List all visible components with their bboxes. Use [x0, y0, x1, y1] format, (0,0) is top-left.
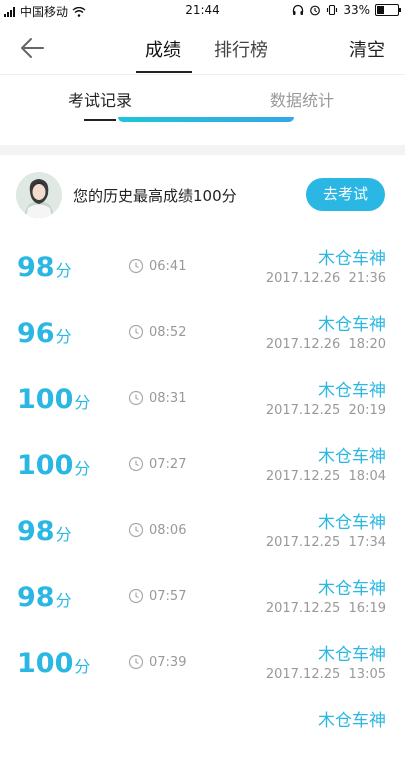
record-score: 100分 — [17, 649, 90, 682]
record-datetime: 2017.12.25 20:19 — [265, 403, 386, 418]
clock-icon — [128, 258, 144, 274]
record-name: 木仓车神 — [318, 249, 386, 269]
record-score-unit: 分 — [74, 393, 91, 412]
clear-button[interactable]: 清空 — [349, 36, 385, 62]
best-score-text: 您的历史最高成绩100分 — [73, 187, 237, 205]
record-score-value: 98 — [17, 582, 55, 613]
subtab-data-statistics[interactable]: 数据统计 — [270, 87, 334, 111]
clock-icon — [128, 390, 144, 406]
record-score: 96分 — [17, 319, 72, 352]
record-row[interactable]: 100分 07:39 木仓车神 2017.12.25 13:05 — [0, 631, 405, 697]
back-arrow-icon[interactable] — [18, 34, 48, 62]
subtab-bar: 考试记录 数据统计 — [0, 75, 405, 121]
record-datetime: 2017.12.25 18:04 — [265, 469, 386, 484]
record-row-partial[interactable]: 木仓车神 — [0, 697, 405, 763]
record-row[interactable]: 98分 07:57 木仓车神 2017.12.25 16:19 — [0, 565, 405, 631]
record-row[interactable]: 100分 07:27 木仓车神 2017.12.25 18:04 — [0, 433, 405, 499]
record-duration: 07:57 — [149, 589, 187, 604]
record-datetime: 2017.12.25 16:19 — [265, 601, 386, 616]
record-score-value: 100 — [17, 648, 74, 679]
headphones-icon — [293, 4, 304, 15]
record-score-unit: 分 — [55, 261, 72, 280]
record-name: 木仓车神 — [318, 447, 386, 467]
record-datetime: 2017.12.25 17:34 — [265, 535, 386, 550]
battery-level — [377, 6, 384, 14]
go-exam-button[interactable]: 去考试 — [306, 178, 385, 211]
record-score-unit: 分 — [74, 657, 91, 676]
record-score: 98分 — [17, 253, 72, 286]
record-score: 98分 — [17, 517, 72, 550]
battery-icon — [375, 4, 401, 16]
battery-percent: 33% — [343, 3, 370, 17]
nav-bar: 成绩 排行榜 清空 — [0, 22, 405, 75]
record-duration: 06:41 — [149, 259, 187, 274]
accent-strip — [118, 117, 294, 122]
record-score-unit: 分 — [55, 327, 72, 346]
record-duration: 08:52 — [149, 325, 187, 340]
record-duration: 08:31 — [149, 391, 187, 406]
tab-ranking[interactable]: 排行榜 — [214, 36, 268, 62]
clock-icon — [128, 654, 144, 670]
record-score-value: 98 — [17, 252, 55, 283]
record-score-value: 100 — [17, 384, 74, 415]
record-score-value: 100 — [17, 450, 74, 481]
record-row[interactable]: 98分 06:41 木仓车神 2017.12.26 21:36 — [0, 235, 405, 301]
record-name: 木仓车神 — [318, 381, 386, 401]
alarm-icon — [310, 5, 321, 16]
section-divider — [0, 145, 405, 155]
clock-icon — [128, 324, 144, 340]
record-score-value: 96 — [17, 318, 55, 349]
record-row[interactable]: 96分 08:52 木仓车神 2017.12.26 18:20 — [0, 301, 405, 367]
record-score-unit: 分 — [55, 525, 72, 544]
record-datetime: 2017.12.26 21:36 — [265, 271, 386, 286]
status-bar: 中国移动 21:44 33% — [0, 0, 405, 22]
record-datetime: 2017.12.25 13:05 — [265, 667, 386, 682]
avatar — [16, 172, 62, 218]
tab-scores[interactable]: 成绩 — [145, 36, 181, 62]
record-duration: 07:39 — [149, 655, 187, 670]
record-row[interactable]: 100分 08:31 木仓车神 2017.12.25 20:19 — [0, 367, 405, 433]
clock-icon — [128, 456, 144, 472]
record-name: 木仓车神 — [318, 711, 386, 731]
record-name: 木仓车神 — [318, 579, 386, 599]
record-score: 100分 — [17, 451, 90, 484]
vibrate-icon — [327, 4, 338, 16]
record-datetime: 2017.12.26 18:20 — [265, 337, 386, 352]
record-name: 木仓车神 — [318, 513, 386, 533]
record-score-value: 98 — [17, 516, 55, 547]
status-icons: 33% — [292, 3, 401, 17]
record-duration: 08:06 — [149, 523, 187, 538]
subtab-exam-records[interactable]: 考试记录 — [68, 87, 132, 111]
record-row[interactable]: 98分 08:06 木仓车神 2017.12.25 17:34 — [0, 499, 405, 565]
avatar-image — [16, 172, 62, 218]
subtab-indicator — [84, 119, 116, 121]
clock-icon — [128, 522, 144, 538]
record-name: 木仓车神 — [318, 315, 386, 335]
record-score: 100分 — [17, 385, 90, 418]
active-tab-underline — [136, 71, 192, 73]
best-score-row: 您的历史最高成绩100分 去考试 — [0, 160, 405, 230]
record-duration: 07:27 — [149, 457, 187, 472]
record-name: 木仓车神 — [318, 645, 386, 665]
record-score-unit: 分 — [74, 459, 91, 478]
record-score-unit: 分 — [55, 591, 72, 610]
clock-icon — [128, 588, 144, 604]
record-score: 98分 — [17, 583, 72, 616]
